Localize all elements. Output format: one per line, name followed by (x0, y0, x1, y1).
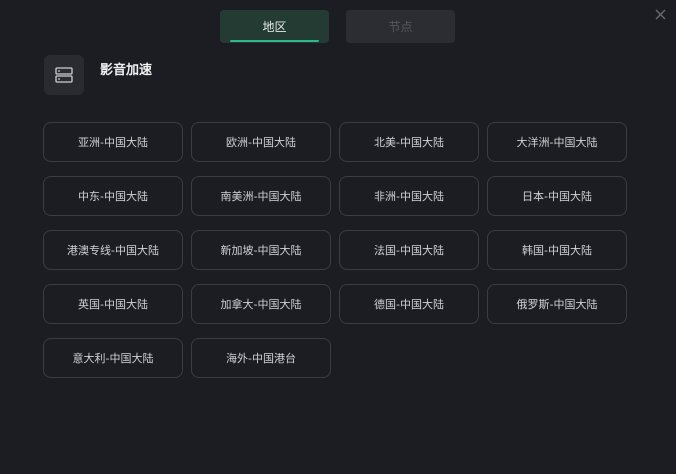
region-button[interactable]: 亚洲-中国大陆 (43, 122, 183, 162)
tab-region[interactable]: 地区 (220, 10, 329, 43)
region-button[interactable]: 南美洲-中国大陆 (191, 176, 331, 216)
tab-node[interactable]: 节点 (346, 10, 455, 43)
region-button[interactable]: 北美-中国大陆 (339, 122, 479, 162)
tab-region-label: 地区 (262, 20, 287, 34)
tab-bar: 地区 节点 (220, 10, 455, 43)
region-button[interactable]: 俄罗斯-中国大陆 (487, 284, 627, 324)
header: 影音加速 (44, 55, 152, 95)
region-button[interactable]: 意大利-中国大陆 (43, 338, 183, 378)
region-button[interactable]: 加拿大-中国大陆 (191, 284, 331, 324)
region-button[interactable]: 德国-中国大陆 (339, 284, 479, 324)
region-button[interactable]: 法国-中国大陆 (339, 230, 479, 270)
region-button[interactable]: 非洲-中国大陆 (339, 176, 479, 216)
region-button[interactable]: 新加坡-中国大陆 (191, 230, 331, 270)
region-button[interactable]: 欧洲-中国大陆 (191, 122, 331, 162)
close-icon (655, 9, 665, 19)
region-button[interactable]: 日本-中国大陆 (487, 176, 627, 216)
region-button[interactable]: 港澳专线-中国大陆 (43, 230, 183, 270)
region-button[interactable]: 中东-中国大陆 (43, 176, 183, 216)
region-button[interactable]: 大洋洲-中国大陆 (487, 122, 627, 162)
region-button[interactable]: 韩国-中国大陆 (487, 230, 627, 270)
region-grid: 亚洲-中国大陆 欧洲-中国大陆 北美-中国大陆 大洋洲-中国大陆 中东-中国大陆… (43, 122, 627, 378)
region-button[interactable]: 海外-中国港台 (191, 338, 331, 378)
region-button[interactable]: 英国-中国大陆 (43, 284, 183, 324)
page-title: 影音加速 (100, 63, 153, 78)
server-icon (44, 55, 84, 95)
tab-node-label: 节点 (388, 20, 413, 34)
close-button[interactable] (652, 6, 668, 22)
